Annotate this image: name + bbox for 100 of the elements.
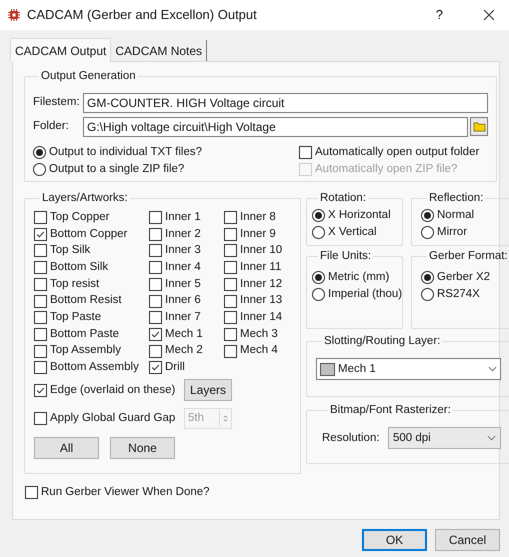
dropdown-value: 500 dpi [393, 430, 432, 446]
radio-button[interactable] [421, 226, 434, 240]
checkbox-label: Automatically open output folder [315, 144, 480, 160]
button[interactable]: Layers [184, 379, 232, 402]
checkbox[interactable] [149, 261, 162, 274]
checkbox[interactable] [149, 294, 162, 308]
swatch-icon [320, 362, 335, 376]
radio-button[interactable] [312, 271, 325, 284]
checkbox[interactable] [224, 228, 237, 241]
tab[interactable]: CADCAM Output [10, 38, 112, 62]
checkbox-label: Mech 4 [240, 343, 278, 358]
checkbox-label: Run Gerber Viewer When Done? [41, 484, 210, 500]
checkbox[interactable] [224, 211, 237, 224]
checkbox[interactable] [149, 228, 162, 241]
spin-value: 5th [187, 411, 205, 426]
checkbox-label: Apply Global Guard Gap [50, 411, 176, 426]
checkbox-label: Inner 10 [240, 243, 282, 258]
button[interactable]: None [110, 437, 175, 460]
checkbox[interactable] [149, 211, 162, 224]
radio-label: Mirror [437, 225, 468, 240]
checkbox-label: Inner 9 [240, 226, 276, 242]
radio-button[interactable] [421, 209, 434, 222]
checkbox-label: Bottom Silk [50, 260, 108, 276]
browse-button[interactable] [470, 117, 488, 136]
checkbox-label: Inner 7 [165, 310, 201, 326]
dropdown-value: Mech 1 [338, 362, 377, 377]
checkbox-label: Top resist [50, 276, 100, 292]
checkbox[interactable] [34, 361, 47, 374]
checkbox[interactable] [34, 384, 47, 397]
checkbox[interactable] [299, 146, 312, 160]
radio-button[interactable] [421, 271, 434, 284]
radio-button[interactable] [312, 209, 325, 222]
checkbox-label: Mech 2 [165, 343, 203, 358]
checkbox[interactable] [224, 294, 237, 308]
group-title: Bitmap/Font Rasterizer: [329, 403, 452, 418]
checkbox[interactable] [149, 344, 162, 358]
checkmark-icon [150, 362, 161, 374]
checkbox-label: Inner 11 [240, 260, 282, 276]
group-title: Reflection: [428, 191, 484, 206]
checkbox-label: Drill [165, 360, 185, 376]
checkbox[interactable] [34, 211, 47, 224]
checkbox[interactable] [224, 244, 237, 258]
radio-label: Normal [437, 208, 474, 224]
checkbox[interactable] [149, 361, 162, 374]
checkbox[interactable] [34, 344, 47, 358]
checkbox[interactable] [224, 328, 237, 341]
checkbox[interactable] [149, 328, 162, 341]
checkbox[interactable] [224, 278, 237, 291]
close-icon[interactable] [483, 9, 495, 21]
group-title: Slotting/Routing Layer: [323, 334, 442, 349]
chip-icon [7, 8, 21, 22]
dropdown[interactable]: Mech 1 [316, 358, 501, 380]
radio-button[interactable] [421, 288, 434, 302]
checkbox[interactable] [224, 344, 237, 358]
checkbox-label: Inner 4 [165, 260, 201, 276]
window-title: CADCAM (Gerber and Excellon) Output [27, 6, 258, 24]
radio-label: X Vertical [328, 225, 377, 240]
radio-label: Metric (mm) [328, 270, 390, 286]
checkbox[interactable] [149, 311, 162, 324]
text-field[interactable]: GM-COUNTER. HIGH Voltage circuit [83, 92, 488, 113]
checkbox[interactable] [34, 294, 47, 308]
button[interactable]: All [34, 437, 99, 460]
checkbox[interactable] [224, 311, 237, 324]
chevron-icon [486, 435, 496, 442]
checkbox[interactable] [34, 311, 47, 324]
group-title: Rotation: [319, 191, 368, 206]
checkbox-label: Inner 3 [165, 243, 201, 258]
text-field[interactable]: G:\High voltage circuit\High Voltage [83, 116, 468, 137]
checkbox[interactable] [25, 486, 38, 499]
checkbox-label: Mech 1 [165, 326, 203, 342]
help-button[interactable]: ? [436, 5, 443, 25]
checkbox-label: Top Assembly [50, 343, 121, 358]
checkbox[interactable] [224, 261, 237, 274]
group-title: File Units: [319, 249, 372, 264]
field-label: Resolution: [322, 430, 381, 446]
group-title: Gerber Format: [428, 249, 509, 264]
folder-icon [472, 121, 486, 132]
checkbox[interactable] [34, 228, 47, 241]
checkbox-label: Mech 3 [240, 326, 278, 342]
checkbox-label: Top Silk [50, 243, 90, 258]
dropdown[interactable]: 500 dpi [388, 427, 501, 450]
group-title: Output Generation [40, 69, 137, 84]
checkbox[interactable] [34, 244, 47, 258]
checkbox[interactable] [34, 328, 47, 341]
radio-button[interactable] [312, 288, 325, 302]
radio-button[interactable] [312, 226, 325, 240]
radio-label: Output to a single ZIP file? [49, 162, 184, 178]
checkbox-label: Bottom Paste [50, 326, 120, 342]
radio-button[interactable] [33, 146, 46, 160]
checkbox[interactable] [34, 278, 47, 291]
button[interactable]: OK [362, 529, 427, 551]
radio-button[interactable] [33, 163, 46, 176]
checkbox[interactable] [149, 278, 162, 291]
checkbox-label: Inner 14 [240, 310, 282, 326]
checkbox-label: Inner 6 [165, 293, 201, 308]
checkbox-label: Inner 1 [165, 210, 201, 225]
checkbox[interactable] [34, 261, 47, 274]
checkbox[interactable] [149, 244, 162, 258]
checkbox-label: Top Copper [50, 210, 110, 225]
button[interactable]: Cancel [435, 529, 500, 551]
